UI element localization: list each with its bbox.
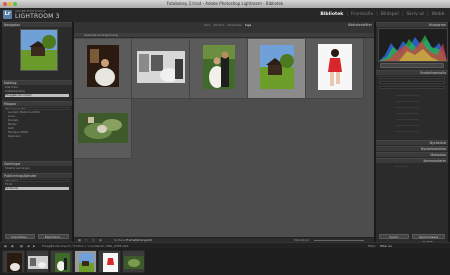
library-filter-tabs: Text Attribut Metadata Inga [204, 23, 251, 27]
folders-header[interactable]: Mappar [2, 101, 72, 106]
filmstrip-thumbnail[interactable] [26, 250, 49, 273]
histogram-header[interactable]: Histogram [376, 22, 448, 27]
quick-develop-row[interactable] [379, 81, 445, 84]
module-web[interactable]: Webb [430, 12, 446, 17]
histogram-chart [378, 28, 448, 62]
thumbnail-size-slider[interactable] [314, 240, 364, 241]
module-print[interactable]: Skriv ut [405, 12, 426, 17]
module-picker: Bibliotek | Framkalla | Bildspel | Skriv… [319, 12, 446, 17]
export-button[interactable]: Exportera... [38, 234, 69, 239]
metadata-line: ———————— [396, 124, 419, 127]
filter-tab-attribute[interactable]: Attribut [213, 23, 224, 27]
photo-thumbnail [103, 253, 118, 272]
photo-thumbnail [124, 256, 144, 269]
metadata-line: ———————— [396, 94, 419, 97]
folder-volume[interactable]: Macintosh HD [5, 107, 69, 110]
folder-item[interactable]: Robinson [8, 135, 69, 138]
collections-header[interactable]: Samlingar [2, 161, 72, 166]
module-slideshow[interactable]: Bildspel [379, 12, 400, 17]
catalog-item-previous-import[interactable]: Föregående import [5, 94, 69, 97]
folder-item[interactable]: Familjen 2008 [8, 131, 69, 134]
publish-services-header[interactable]: Publiceringstjänster [2, 173, 72, 178]
folder-item[interactable]: Katt [8, 127, 69, 130]
grid-cell[interactable] [74, 39, 132, 99]
photo-thumbnail [87, 45, 119, 87]
metadata-header[interactable]: Metadata [376, 152, 448, 157]
navigator-preview[interactable] [20, 29, 58, 71]
grid-section-header: Sparade arrangemang [74, 33, 374, 38]
filmstrip-thumbnail-selected[interactable] [74, 250, 97, 273]
grid-cell[interactable] [306, 39, 364, 99]
folder-item[interactable]: Lunkahi Mallorca 2009 [8, 111, 69, 114]
publish-facebook[interactable]: Facebook [5, 187, 69, 190]
sync-button[interactable]: Synkr. [379, 234, 409, 239]
metadata-line: ———————— [396, 118, 419, 121]
brand-product-name: LIGHTROOM 3 [15, 13, 60, 20]
photo-thumbnail [7, 253, 22, 272]
photo-thumbnail [137, 51, 185, 83]
navigator-image [21, 30, 57, 70]
module-library[interactable]: Bibliotek [319, 12, 345, 17]
library-grid: Text Attribut Metadata Inga Biblioteksfi… [74, 22, 374, 237]
right-panel: Histogram Snabbframkalla ———————— ——————… [376, 22, 448, 244]
navigator-header[interactable]: Navigator [2, 22, 72, 27]
filmstrip-thumbnail[interactable] [122, 250, 145, 273]
sync-settings-button[interactable]: Synkronisera inställn. [412, 234, 445, 244]
grid-cell[interactable] [74, 99, 132, 159]
window-title-bar: Fotobokey 2.lrcat - Adobe Photoshop Ligh… [0, 0, 450, 8]
collection-smart[interactable]: Smarta samlingar [5, 167, 69, 170]
filmstrip [0, 248, 450, 275]
grid-cell[interactable] [190, 39, 248, 99]
filmstrip-thumbnail[interactable] [50, 250, 73, 273]
filmstrip-thumbnail[interactable] [2, 250, 25, 273]
photo-thumbnail [318, 44, 352, 90]
photo-thumbnail [78, 113, 128, 143]
photo-thumbnail [203, 45, 235, 89]
comments-header[interactable]: Kommentarer [376, 158, 448, 163]
metadata-line: ———————— [396, 112, 419, 115]
lightroom-logo-icon: Lr [3, 10, 12, 19]
keywording-header[interactable]: Nyckelord [376, 140, 448, 145]
folder-item[interactable]: Model [8, 123, 69, 126]
filmstrip-thumbnail[interactable] [98, 250, 121, 273]
photo-thumbnail [55, 253, 70, 272]
publish-harddisk[interactable]: Hårddisk [5, 179, 69, 182]
publish-flickr[interactable]: Flickr [5, 183, 69, 186]
histogram-graphic [379, 35, 447, 61]
quick-develop-header[interactable]: Snabbframkalla [376, 70, 448, 75]
comments-placeholder: ————— [394, 165, 408, 168]
photo-thumbnail [260, 45, 294, 89]
quick-develop-row[interactable] [379, 76, 445, 79]
metadata-line: ———————— [396, 100, 419, 103]
library-filter-title: Biblioteksfilter [348, 23, 372, 27]
grid-cell-selected[interactable] [248, 39, 306, 99]
original-photo-toggle[interactable] [380, 63, 444, 68]
filter-tab-none[interactable]: Inga [245, 23, 252, 27]
keyword-list-header[interactable]: Nyckelordslista [376, 146, 448, 151]
import-button[interactable]: Importera... [5, 234, 35, 239]
quick-develop-row[interactable] [379, 86, 445, 89]
filter-tab-metadata[interactable]: Metadata [227, 23, 241, 27]
metadata-line: ———————— [396, 130, 419, 133]
window-title: Fotobokey 2.lrcat - Adobe Photoshop Ligh… [166, 1, 284, 6]
filter-tab-text[interactable]: Text [204, 23, 210, 27]
photo-thumbnail [28, 256, 48, 269]
photo-thumbnail [79, 253, 94, 272]
catalog-header[interactable]: Katalog [2, 80, 72, 85]
module-develop[interactable]: Framkalla [349, 12, 374, 17]
folder-item[interactable]: Luna [8, 115, 69, 118]
grid-cell[interactable] [132, 39, 190, 99]
folder-item[interactable]: Daniels [8, 119, 69, 122]
catalog-item-quick[interactable]: Snabbsamling [5, 90, 69, 93]
left-panel: Navigator Katalog Alla foton Snabbsamlin… [2, 22, 72, 242]
catalog-item-all[interactable]: Alla foton [5, 86, 69, 89]
metadata-line: ———————— [396, 106, 419, 109]
